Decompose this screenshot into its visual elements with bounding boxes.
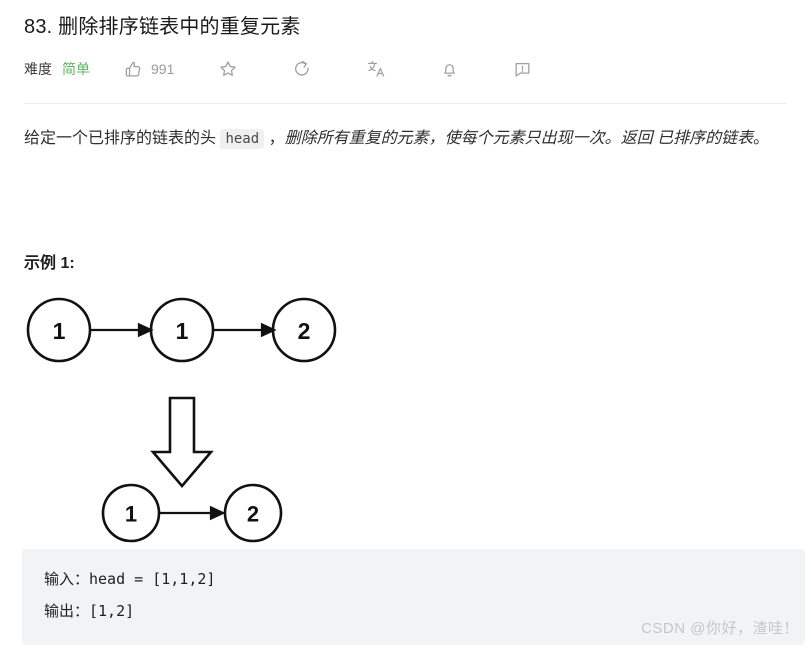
share-refresh-icon[interactable]: [292, 59, 312, 79]
feedback-icon[interactable]: [513, 60, 532, 79]
input-node-label-0: 1: [53, 318, 66, 344]
csdn-watermark: CSDN @你好，渣哇！: [641, 620, 799, 637]
description-italic: 删除所有重复的元素，使每个元素只出现一次。返回 已排序的链表: [284, 130, 754, 147]
problem-page: 83. 删除排序链表中的重复元素 难度 简单 991 给定一个已排序的链表的头 …: [0, 0, 811, 652]
problem-description: 给定一个已排序的链表的头 head ，删除所有重复的元素，使每个元素只出现一次。…: [24, 124, 779, 154]
input-node-label-2: 2: [298, 318, 311, 344]
input-node-label-1: 1: [176, 318, 189, 344]
page-title: 83. 删除排序链表中的重复元素: [24, 16, 301, 38]
thumbs-up-icon[interactable]: [124, 60, 143, 79]
output-node-label-0: 1: [125, 502, 137, 527]
difficulty-label: 难度: [24, 61, 52, 77]
star-icon[interactable]: [218, 59, 238, 79]
down-block-arrow: [150, 396, 214, 489]
output-node-label-1: 2: [247, 502, 259, 527]
problem-meta-row: 难度 简单 991: [24, 56, 532, 82]
difficulty-value: 简单: [62, 61, 90, 77]
translate-icon[interactable]: [366, 59, 386, 79]
inline-code-head: head: [220, 129, 265, 149]
description-part1: 给定一个已排序的链表的头: [24, 130, 221, 147]
description-part2: ，: [264, 130, 285, 147]
description-part3: 。: [753, 130, 770, 147]
bell-icon[interactable]: [440, 60, 459, 79]
example-heading: 示例 1:: [24, 255, 75, 272]
linked-list-diagram: 1 1 2 1 2: [18, 284, 378, 549]
header-divider: [24, 103, 787, 104]
example-input-line: 输入：head = [1,1,2]: [44, 570, 216, 588]
like-count: 991: [151, 61, 175, 77]
